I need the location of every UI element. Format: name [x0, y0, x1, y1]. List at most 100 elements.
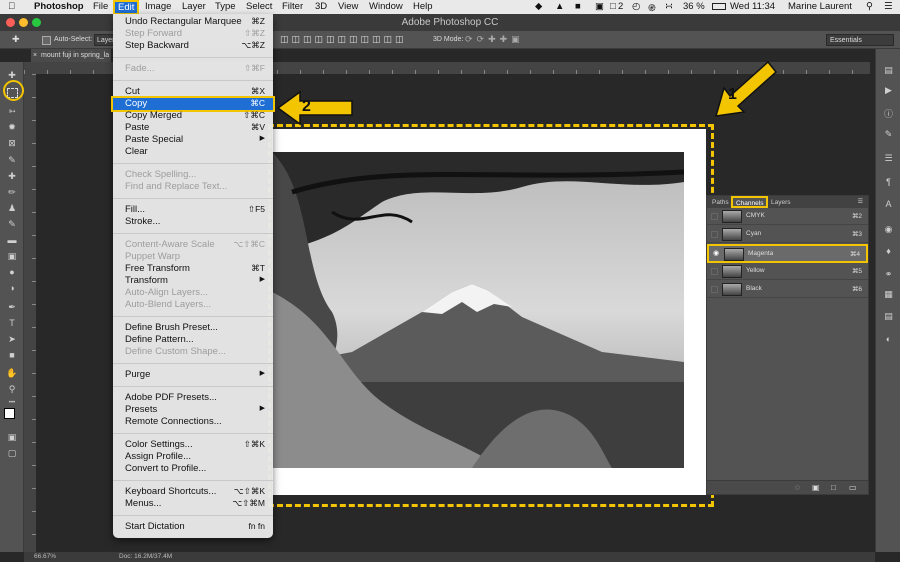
visibility-toggle[interactable]	[711, 268, 718, 275]
properties-icon[interactable]: ▤	[882, 311, 895, 322]
menu-item-stroke[interactable]: Stroke...	[113, 216, 273, 228]
info-icon[interactable]: ⓘ	[882, 109, 895, 120]
clock-icon[interactable]: ◴	[632, 1, 640, 12]
notification-center-icon[interactable]: ☰	[884, 1, 893, 12]
screen-mode-icon[interactable]: ▢	[5, 448, 19, 459]
menu-item-presets[interactable]: Presets ▶	[113, 404, 273, 416]
menu-item-check-spelling[interactable]: Check Spelling...	[113, 169, 273, 181]
zoom-level[interactable]: 66.67%	[34, 553, 56, 560]
hand-tool-icon[interactable]: ✋	[5, 368, 19, 379]
gradient-tool-icon[interactable]: ▣	[5, 251, 19, 262]
menu-item-puppet-warp[interactable]: Puppet Warp	[113, 251, 273, 263]
menu-item-step-backward[interactable]: Step Backward ⌥⌘Z	[113, 40, 273, 52]
quick-mask-icon[interactable]: ▣	[5, 432, 19, 443]
zoom-tool-icon[interactable]: ⚲	[5, 384, 19, 395]
user-name[interactable]: Marine Laurent	[788, 1, 852, 12]
menu-item-adobe-pdf-presets[interactable]: Adobe PDF Presets...	[113, 392, 273, 404]
vpn-icon[interactable]: ■	[575, 1, 581, 12]
menu-item-define-brush-preset[interactable]: Define Brush Preset...	[113, 322, 273, 334]
3d-mode-icons[interactable]: ⟳⟳✚✚▣	[465, 34, 524, 45]
workspace-dropdown[interactable]: Essentials	[826, 34, 894, 46]
eye-icon[interactable]: ◉	[713, 249, 720, 257]
adjust-icon[interactable]: ☰	[882, 153, 895, 164]
zoom-window-button[interactable]	[32, 18, 41, 27]
menu-item-free-transform[interactable]: Free Transform ⌘T	[113, 263, 273, 275]
menu-item-start-dictation[interactable]: Start Dictation fn fn	[113, 521, 273, 533]
lasso-tool-icon[interactable]: ➳	[5, 106, 19, 117]
menu-item-transform[interactable]: Transform ▶	[113, 275, 273, 287]
move-tool-icon[interactable]: ✚	[12, 34, 20, 45]
dropbox-icon[interactable]: ◆	[535, 1, 542, 12]
bluetooth-icon[interactable]: ֎	[648, 1, 656, 14]
menu-item-paste[interactable]: Paste ⌘V	[113, 122, 273, 134]
tab-paths[interactable]: Paths	[709, 197, 732, 208]
menu-select[interactable]: Select	[246, 1, 272, 12]
menu-item-define-pattern[interactable]: Define Pattern...	[113, 334, 273, 346]
quick-selection-tool-icon[interactable]: ✹	[5, 122, 19, 133]
eraser-tool-icon[interactable]: ▬	[5, 235, 19, 246]
menu-item-define-custom-shape[interactable]: Define Custom Shape...	[113, 346, 273, 358]
sync-icon[interactable]: ▲	[555, 1, 564, 12]
wifi-icon[interactable]: ∺	[665, 1, 673, 12]
menu-item-purge[interactable]: Purge ▶	[113, 369, 273, 381]
close-tab-icon[interactable]: ×	[33, 49, 37, 62]
spotlight-icon[interactable]: ⚲	[866, 1, 873, 12]
menu-help[interactable]: Help	[413, 1, 433, 12]
menu-item-fade[interactable]: Fade... ⇧⌘F	[113, 63, 273, 75]
minimize-window-button[interactable]	[19, 18, 28, 27]
menu-item-copy-merged[interactable]: Copy Merged ⇧⌘C	[113, 110, 273, 122]
auto-select-dropdown[interactable]: Layer	[94, 34, 114, 46]
delete-channel-icon[interactable]: ▭	[849, 483, 857, 492]
auto-select-checkbox[interactable]	[42, 36, 51, 45]
menu-item-auto-blend-layers[interactable]: Auto-Blend Layers...	[113, 299, 273, 311]
window-icon[interactable]: ▣	[595, 1, 604, 12]
new-channel-icon[interactable]: □	[831, 483, 836, 492]
glyphs-icon[interactable]: A	[882, 199, 895, 210]
app-menu[interactable]: Photoshop	[34, 1, 84, 12]
tab-channels[interactable]: Channels	[731, 196, 769, 208]
blur-tool-icon[interactable]: ●	[5, 267, 19, 278]
paragraph-icon[interactable]: ¶	[882, 177, 895, 188]
pen-tool-icon[interactable]: ✒	[5, 302, 19, 313]
load-selection-icon[interactable]: ◌	[795, 483, 800, 492]
menu-item-assign-profile[interactable]: Assign Profile...	[113, 451, 273, 463]
channel-row-magenta[interactable]: ◉ Magenta ⌘4	[707, 244, 868, 263]
menu-item-copy[interactable]: Copy ⌘C	[111, 96, 275, 112]
menu-item-convert-to-profile[interactable]: Convert to Profile...	[113, 463, 273, 475]
menu-item-menus[interactable]: Menus... ⌥⇧⌘M	[113, 498, 273, 510]
color-icon[interactable]: ◉	[882, 224, 895, 235]
menu-edit[interactable]: Edit	[113, 0, 140, 15]
battery-icon[interactable]	[712, 3, 726, 10]
history-brush-tool-icon[interactable]: ✎	[5, 219, 19, 230]
clone-stamp-tool-icon[interactable]: ♟	[5, 203, 19, 214]
channel-row-black[interactable]: Black ⌘6	[707, 281, 868, 298]
menu-item-undo-rectangular-marquee[interactable]: Undo Rectangular Marquee ⌘Z	[113, 16, 273, 28]
menu-image[interactable]: Image	[145, 1, 171, 12]
menu-item-keyboard-shortcuts[interactable]: Keyboard Shortcuts... ⌥⇧⌘K	[113, 486, 273, 498]
history-icon[interactable]: ▤	[882, 65, 895, 76]
save-selection-icon[interactable]: ▣	[812, 483, 820, 492]
menu-item-find-and-replace-text[interactable]: Find and Replace Text...	[113, 181, 273, 193]
menu-view[interactable]: View	[338, 1, 358, 12]
tab-layers[interactable]: Layers	[768, 197, 794, 208]
menu-window[interactable]: Window	[369, 1, 403, 12]
notification-icon[interactable]: □	[610, 1, 616, 12]
menu-type[interactable]: Type	[215, 1, 236, 12]
clock-time[interactable]: Wed 11:34	[730, 1, 775, 12]
menu-item-step-forward[interactable]: Step Forward ⇧⌘Z	[113, 28, 273, 40]
document-tab[interactable]: × mount fuji in spring_la	[31, 49, 111, 62]
close-window-button[interactable]	[6, 18, 15, 27]
menu-filter[interactable]: Filter	[282, 1, 303, 12]
channel-row-yellow[interactable]: Yellow ⌘5	[707, 263, 868, 280]
brush-tool-icon[interactable]: ✏	[5, 187, 19, 198]
type-tool-icon[interactable]: T	[5, 318, 19, 329]
healing-brush-tool-icon[interactable]: ✚	[5, 171, 19, 182]
menu-item-clear[interactable]: Clear	[113, 146, 273, 158]
menu-file[interactable]: File	[93, 1, 108, 12]
foreground-color-swatch[interactable]	[4, 408, 15, 419]
visibility-toggle[interactable]	[711, 213, 718, 220]
menu-item-color-settings[interactable]: Color Settings... ⇧⌘K	[113, 439, 273, 451]
swatches-icon[interactable]: ▦	[882, 289, 895, 300]
channel-row-cyan[interactable]: Cyan ⌘3	[707, 226, 868, 243]
menu-item-fill[interactable]: Fill... ⇧F5	[113, 204, 273, 216]
